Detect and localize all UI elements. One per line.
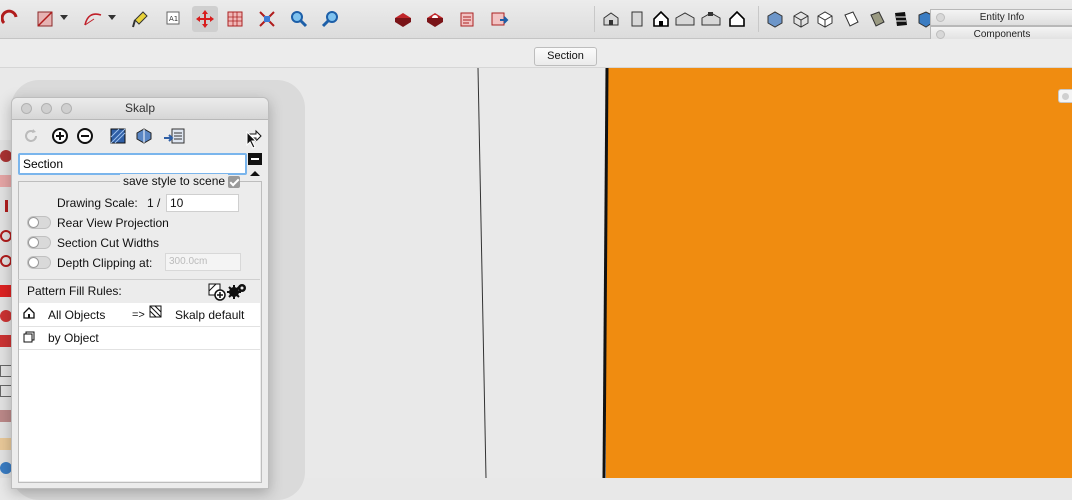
drawing-scale-label: Drawing Scale: (57, 196, 138, 210)
skalp-titlebar[interactable]: Skalp (12, 98, 268, 120)
chevron-down-icon[interactable] (60, 15, 68, 20)
tray-toggle-icon[interactable] (936, 30, 945, 39)
tray-collapse-button[interactable] (1058, 89, 1072, 103)
pattern-fill-rules-label: Pattern Fill Rules: (27, 284, 122, 298)
scale-tool-icon[interactable] (256, 8, 278, 30)
export-icon[interactable] (162, 126, 188, 146)
add-rule-icon[interactable] (208, 283, 226, 304)
xray-style-icon[interactable] (764, 8, 786, 30)
main-toolbar: A1 (0, 0, 1072, 39)
arc-tool-icon[interactable] (0, 8, 22, 30)
rule-name: by Object (48, 331, 99, 345)
scene-tabs-bar: Section (0, 39, 1072, 68)
rule-arrow: => (132, 309, 145, 321)
rule-name: All Objects (48, 308, 106, 322)
move-tool-icon[interactable] (192, 6, 218, 32)
section-cut-widths-label: Section Cut Widths (57, 236, 160, 250)
hatch-pattern-icon (149, 305, 162, 321)
top-view-icon[interactable] (626, 8, 648, 30)
tray-toggle-icon[interactable] (936, 13, 945, 22)
depth-clipping-field[interactable]: 300.0cm (165, 253, 241, 271)
depth-clipping-label: Depth Clipping at: (57, 256, 153, 270)
rule-style: Skalp default (175, 308, 245, 322)
window-title: Skalp (124, 101, 156, 115)
text-tool-icon[interactable]: A1 (162, 8, 184, 30)
depth-clipping-toggle[interactable] (27, 256, 51, 269)
chevron-down-icon[interactable] (108, 15, 116, 20)
refresh-icon[interactable] (21, 126, 41, 146)
home-icon (23, 307, 35, 322)
left-view-icon[interactable] (726, 8, 748, 30)
shaded-style-icon[interactable] (840, 8, 862, 30)
object-icon (23, 331, 35, 346)
rectangle-tool-icon[interactable] (34, 8, 56, 30)
save-style-label: save style to scene (120, 174, 229, 188)
paint-bucket-icon[interactable] (130, 8, 152, 30)
monochrome-style-icon[interactable] (890, 8, 912, 30)
section-name-field[interactable] (18, 153, 247, 175)
add-section-icon[interactable] (50, 126, 70, 146)
zoom-extents-icon[interactable] (320, 8, 342, 30)
right-view-icon[interactable] (674, 8, 696, 30)
rule-row-all-objects[interactable]: All Objects => Skalp default (19, 303, 260, 327)
rule-row-by-object[interactable]: by Object (19, 326, 260, 350)
entity-info-label: Entity Info (979, 12, 1025, 23)
section-cut-widths-toggle[interactable] (27, 236, 51, 249)
gear-icon[interactable] (227, 282, 247, 303)
divider (18, 279, 260, 280)
save-style-checkbox[interactable] (228, 176, 240, 188)
wireframe-style-icon[interactable] (790, 8, 812, 30)
rear-view-label: Rear View Projection (57, 216, 169, 230)
skalp-window: Skalp save style to scene Drawin (11, 97, 269, 489)
collapse-icon[interactable] (248, 153, 262, 165)
rear-view-toggle[interactable] (27, 216, 51, 229)
back-view-icon[interactable] (700, 8, 722, 30)
mouse-pointer-icon (246, 130, 258, 152)
entity-info-tray[interactable]: Entity Info (930, 9, 1072, 26)
hatch-icon[interactable] (108, 126, 128, 146)
remove-section-icon[interactable] (75, 126, 95, 146)
drawing-scale-prefix: 1 / (147, 196, 161, 210)
front-view-icon[interactable] (650, 8, 672, 30)
arc-draw-icon[interactable] (82, 8, 104, 30)
iso-view-icon[interactable] (600, 8, 622, 30)
warehouse-icon[interactable] (392, 8, 414, 30)
rules-list: All Objects => Skalp default by Object (19, 303, 260, 481)
style-settings-icon[interactable] (134, 126, 154, 146)
share-model-icon[interactable] (424, 8, 446, 30)
tool-icon[interactable] (5, 200, 8, 212)
svg-text:A1: A1 (169, 15, 178, 23)
hidden-line-style-icon[interactable] (814, 8, 836, 30)
share-component-icon[interactable] (456, 8, 478, 30)
scroll-up-icon[interactable] (248, 166, 262, 178)
offset-tool-icon[interactable] (224, 8, 246, 30)
textured-style-icon[interactable] (866, 8, 888, 30)
extension-warehouse-icon[interactable] (488, 8, 510, 30)
scene-tab-section[interactable]: Section (534, 47, 597, 66)
drawing-scale-field[interactable]: 10 (166, 194, 239, 212)
zoom-icon[interactable] (288, 8, 310, 30)
